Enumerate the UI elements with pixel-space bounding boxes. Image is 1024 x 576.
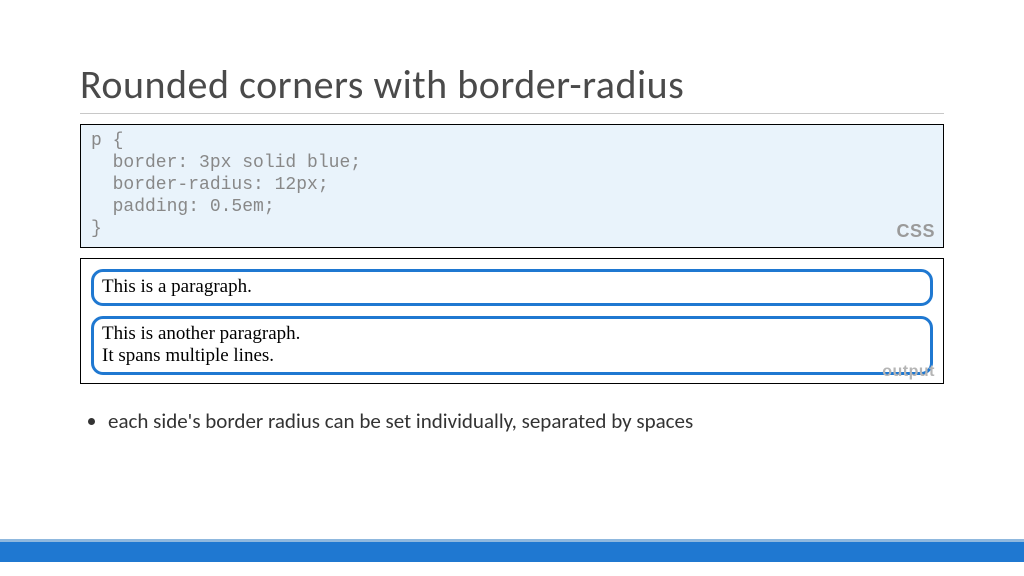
footer-stripe — [0, 542, 1024, 562]
slide-title: Rounded corners with border-radius — [80, 60, 944, 109]
css-label: CSS — [896, 221, 935, 243]
bullet-list: each side's border radius can be set ind… — [80, 408, 944, 434]
bullet-item: each side's border radius can be set ind… — [108, 408, 944, 434]
output-box: This is a paragraph. This is another par… — [80, 258, 944, 384]
demo-paragraph-1: This is a paragraph. — [91, 269, 933, 306]
slide: Rounded corners with border-radius p { b… — [0, 0, 1024, 576]
css-code-box: p { border: 3px solid blue; border-radiu… — [80, 124, 944, 248]
output-label: output — [882, 363, 935, 381]
demo-paragraph-2: This is another paragraph.It spans multi… — [91, 316, 933, 376]
title-divider — [80, 113, 944, 114]
css-code-text: p { border: 3px solid blue; border-radiu… — [91, 131, 361, 239]
